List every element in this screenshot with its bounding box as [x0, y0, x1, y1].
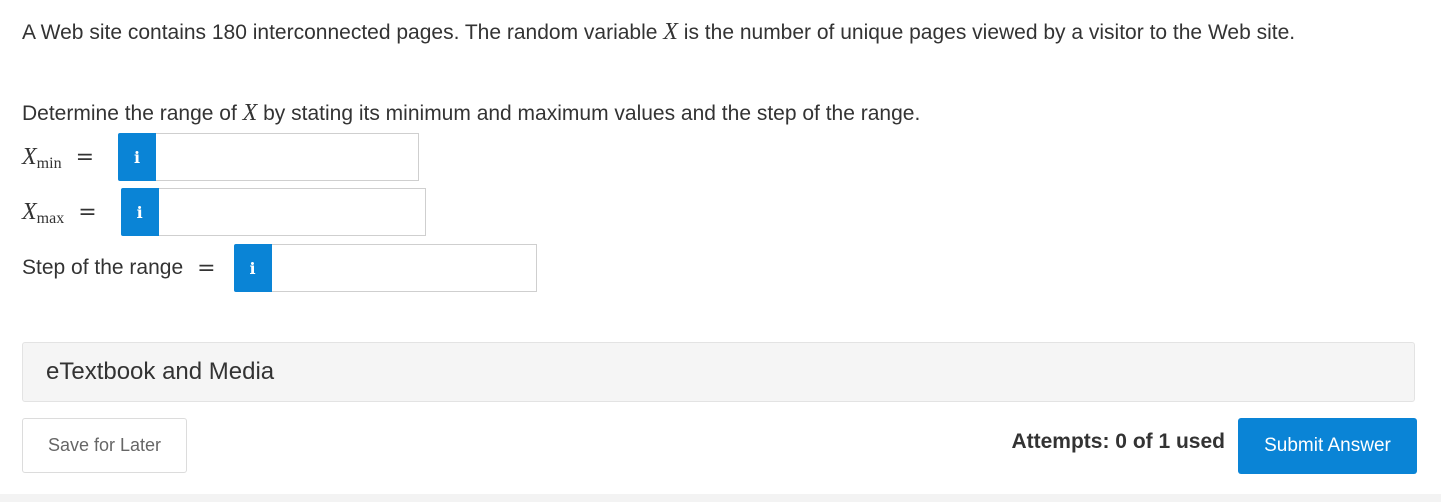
instruction-text-part: by stating its minimum and maximum value…	[257, 102, 921, 125]
variable-x: X	[663, 19, 678, 45]
xmin-label: Xmin	[22, 143, 62, 172]
equals-sign: =	[197, 255, 216, 281]
save-for-later-button[interactable]: Save for Later	[22, 418, 187, 473]
xmax-row: Xmax = i	[22, 188, 426, 236]
xmax-label: Xmax	[22, 198, 65, 227]
etextbook-media-panel[interactable]: eTextbook and Media	[22, 342, 1415, 402]
instruction-text-part: Determine the range of	[22, 102, 243, 125]
submit-answer-button[interactable]: Submit Answer	[1238, 418, 1417, 474]
variable-x: X	[242, 100, 258, 126]
question-text-part: A Web site contains 180 interconnected p…	[22, 21, 664, 44]
attempts-counter: Attempts: 0 of 1 used	[1011, 430, 1225, 453]
etextbook-media-label: eTextbook and Media	[46, 358, 275, 385]
bottom-divider	[0, 494, 1441, 502]
step-row: Step of the range = i	[22, 244, 537, 292]
info-icon[interactable]: i	[118, 133, 156, 181]
xmax-input[interactable]	[158, 188, 426, 236]
info-icon[interactable]: i	[233, 244, 272, 292]
xmax-var: X	[22, 198, 37, 225]
xmax-subscript: max	[36, 209, 65, 227]
instruction-text: Determine the range of X by stating its …	[22, 95, 920, 132]
xmin-subscript: min	[36, 154, 62, 172]
step-input[interactable]	[271, 244, 537, 292]
question-text-part: is the number of unique pages viewed by …	[677, 21, 1296, 44]
step-label: Step of the range	[22, 256, 184, 279]
equals-sign: =	[75, 144, 94, 170]
xmin-row: Xmin = i	[22, 133, 419, 181]
xmin-input[interactable]	[156, 133, 419, 181]
equals-sign: =	[78, 199, 97, 225]
question-text: A Web site contains 180 interconnected p…	[22, 14, 1412, 51]
xmin-var: X	[22, 143, 37, 170]
info-icon[interactable]: i	[120, 188, 159, 236]
